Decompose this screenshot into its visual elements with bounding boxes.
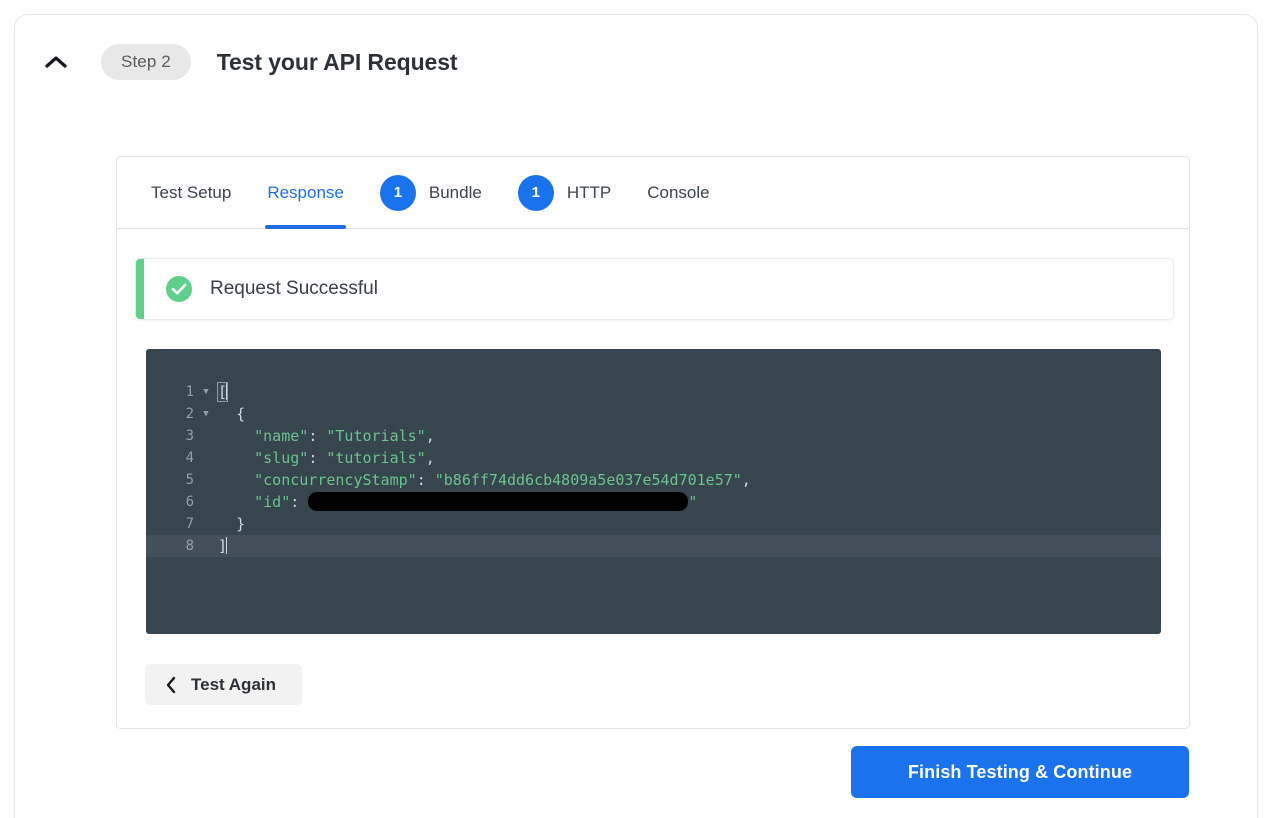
tab-label: Bundle (428, 182, 482, 202)
tab-bundle[interactable]: 1 Bundle (362, 157, 500, 228)
line-number: 4 (185, 450, 194, 466)
status-banner-wrapper: Request Successful (135, 258, 1174, 320)
step-header: Step 2 Test your API Request (15, 33, 1257, 91)
code-token-trail: , (425, 449, 435, 467)
code-line: 4 "slug": "tutorials", (146, 447, 1161, 469)
code-line: 2 ▼ { (146, 403, 1161, 425)
editor-lines: 1 ▼ [ 2 ▼ { 3 "name": "Tutorials", 4 "sl… (146, 349, 1161, 557)
line-number: 1 (185, 384, 194, 400)
step-number-pill: Step 2 (101, 44, 191, 80)
status-banner: Request Successful (135, 258, 1174, 320)
tab-label: Test Setup (151, 182, 232, 202)
tab-response[interactable]: Response (249, 157, 362, 229)
code-line: 1 ▼ [ (146, 381, 1161, 403)
code-token-value: "Tutorials" (326, 427, 426, 445)
banner-accent-bar (136, 259, 144, 319)
tab-label: Response (267, 182, 344, 202)
text-cursor (226, 383, 228, 400)
line-number: 3 (185, 428, 194, 444)
test-again-button[interactable]: Test Again (145, 664, 303, 705)
code-token-key: "id" (254, 493, 291, 511)
status-badge: Request Successful (210, 278, 378, 299)
redacted-value-bar (308, 492, 689, 511)
page-title: Test your API Request (216, 48, 458, 75)
bundle-count-badge: 1 (379, 174, 416, 211)
text-cursor (226, 537, 228, 554)
code-token-key: "slug" (254, 449, 309, 467)
line-number: 6 (185, 494, 194, 510)
tab-console[interactable]: Console (629, 157, 727, 228)
http-count-badge: 1 (517, 174, 554, 211)
collapse-step-button[interactable] (33, 39, 79, 85)
code-token-value: "b86ff74dd6cb4809a5e037e54d701e57" (434, 471, 742, 489)
tab-label: Console (647, 182, 710, 202)
tab-http[interactable]: 1 HTTP (500, 157, 629, 228)
check-circle-icon (165, 275, 193, 303)
fold-toggle-icon[interactable]: ▼ (198, 381, 214, 403)
chevron-up-icon (45, 55, 67, 69)
fold-toggle-icon[interactable]: ▼ (198, 403, 214, 425)
chevron-left-icon (165, 676, 177, 694)
code-token-trail: , (425, 427, 435, 445)
code-line-active: 8 ] (146, 535, 1161, 557)
code-line: 7 } (146, 513, 1161, 535)
test-panel: Test Setup Response 1 Bundle 1 HTTP Cons… (116, 156, 1190, 729)
code-line: 6 "id": " (146, 491, 1161, 513)
line-number: 2 (185, 406, 194, 422)
code-line: 3 "name": "Tutorials", (146, 425, 1161, 447)
code-token: } (236, 515, 246, 533)
code-token-value: "tutorials" (326, 449, 426, 467)
tab-label: HTTP (566, 182, 612, 202)
page-root: Step 2 Test your API Request Test Setup … (0, 0, 1272, 818)
line-number: 5 (185, 472, 194, 488)
tab-test-setup[interactable]: Test Setup (133, 157, 249, 228)
finish-testing-button[interactable]: Finish Testing & Continue (851, 746, 1189, 798)
code-line: 5 "concurrencyStamp": "b86ff74dd6cb4809a… (146, 469, 1161, 491)
response-code-editor[interactable]: 1 ▼ [ 2 ▼ { 3 "name": "Tutorials", 4 "sl… (146, 349, 1161, 634)
test-again-label: Test Again (191, 674, 277, 694)
code-token: { (236, 405, 246, 423)
line-number: 7 (185, 516, 194, 532)
line-number: 8 (185, 538, 194, 554)
step-card: Step 2 Test your API Request Test Setup … (14, 14, 1258, 818)
code-token-key: "concurrencyStamp" (254, 471, 417, 489)
code-token-key: "name" (254, 427, 309, 445)
code-token-trail: , (741, 471, 751, 489)
tab-bar: Test Setup Response 1 Bundle 1 HTTP Cons… (117, 157, 1189, 229)
